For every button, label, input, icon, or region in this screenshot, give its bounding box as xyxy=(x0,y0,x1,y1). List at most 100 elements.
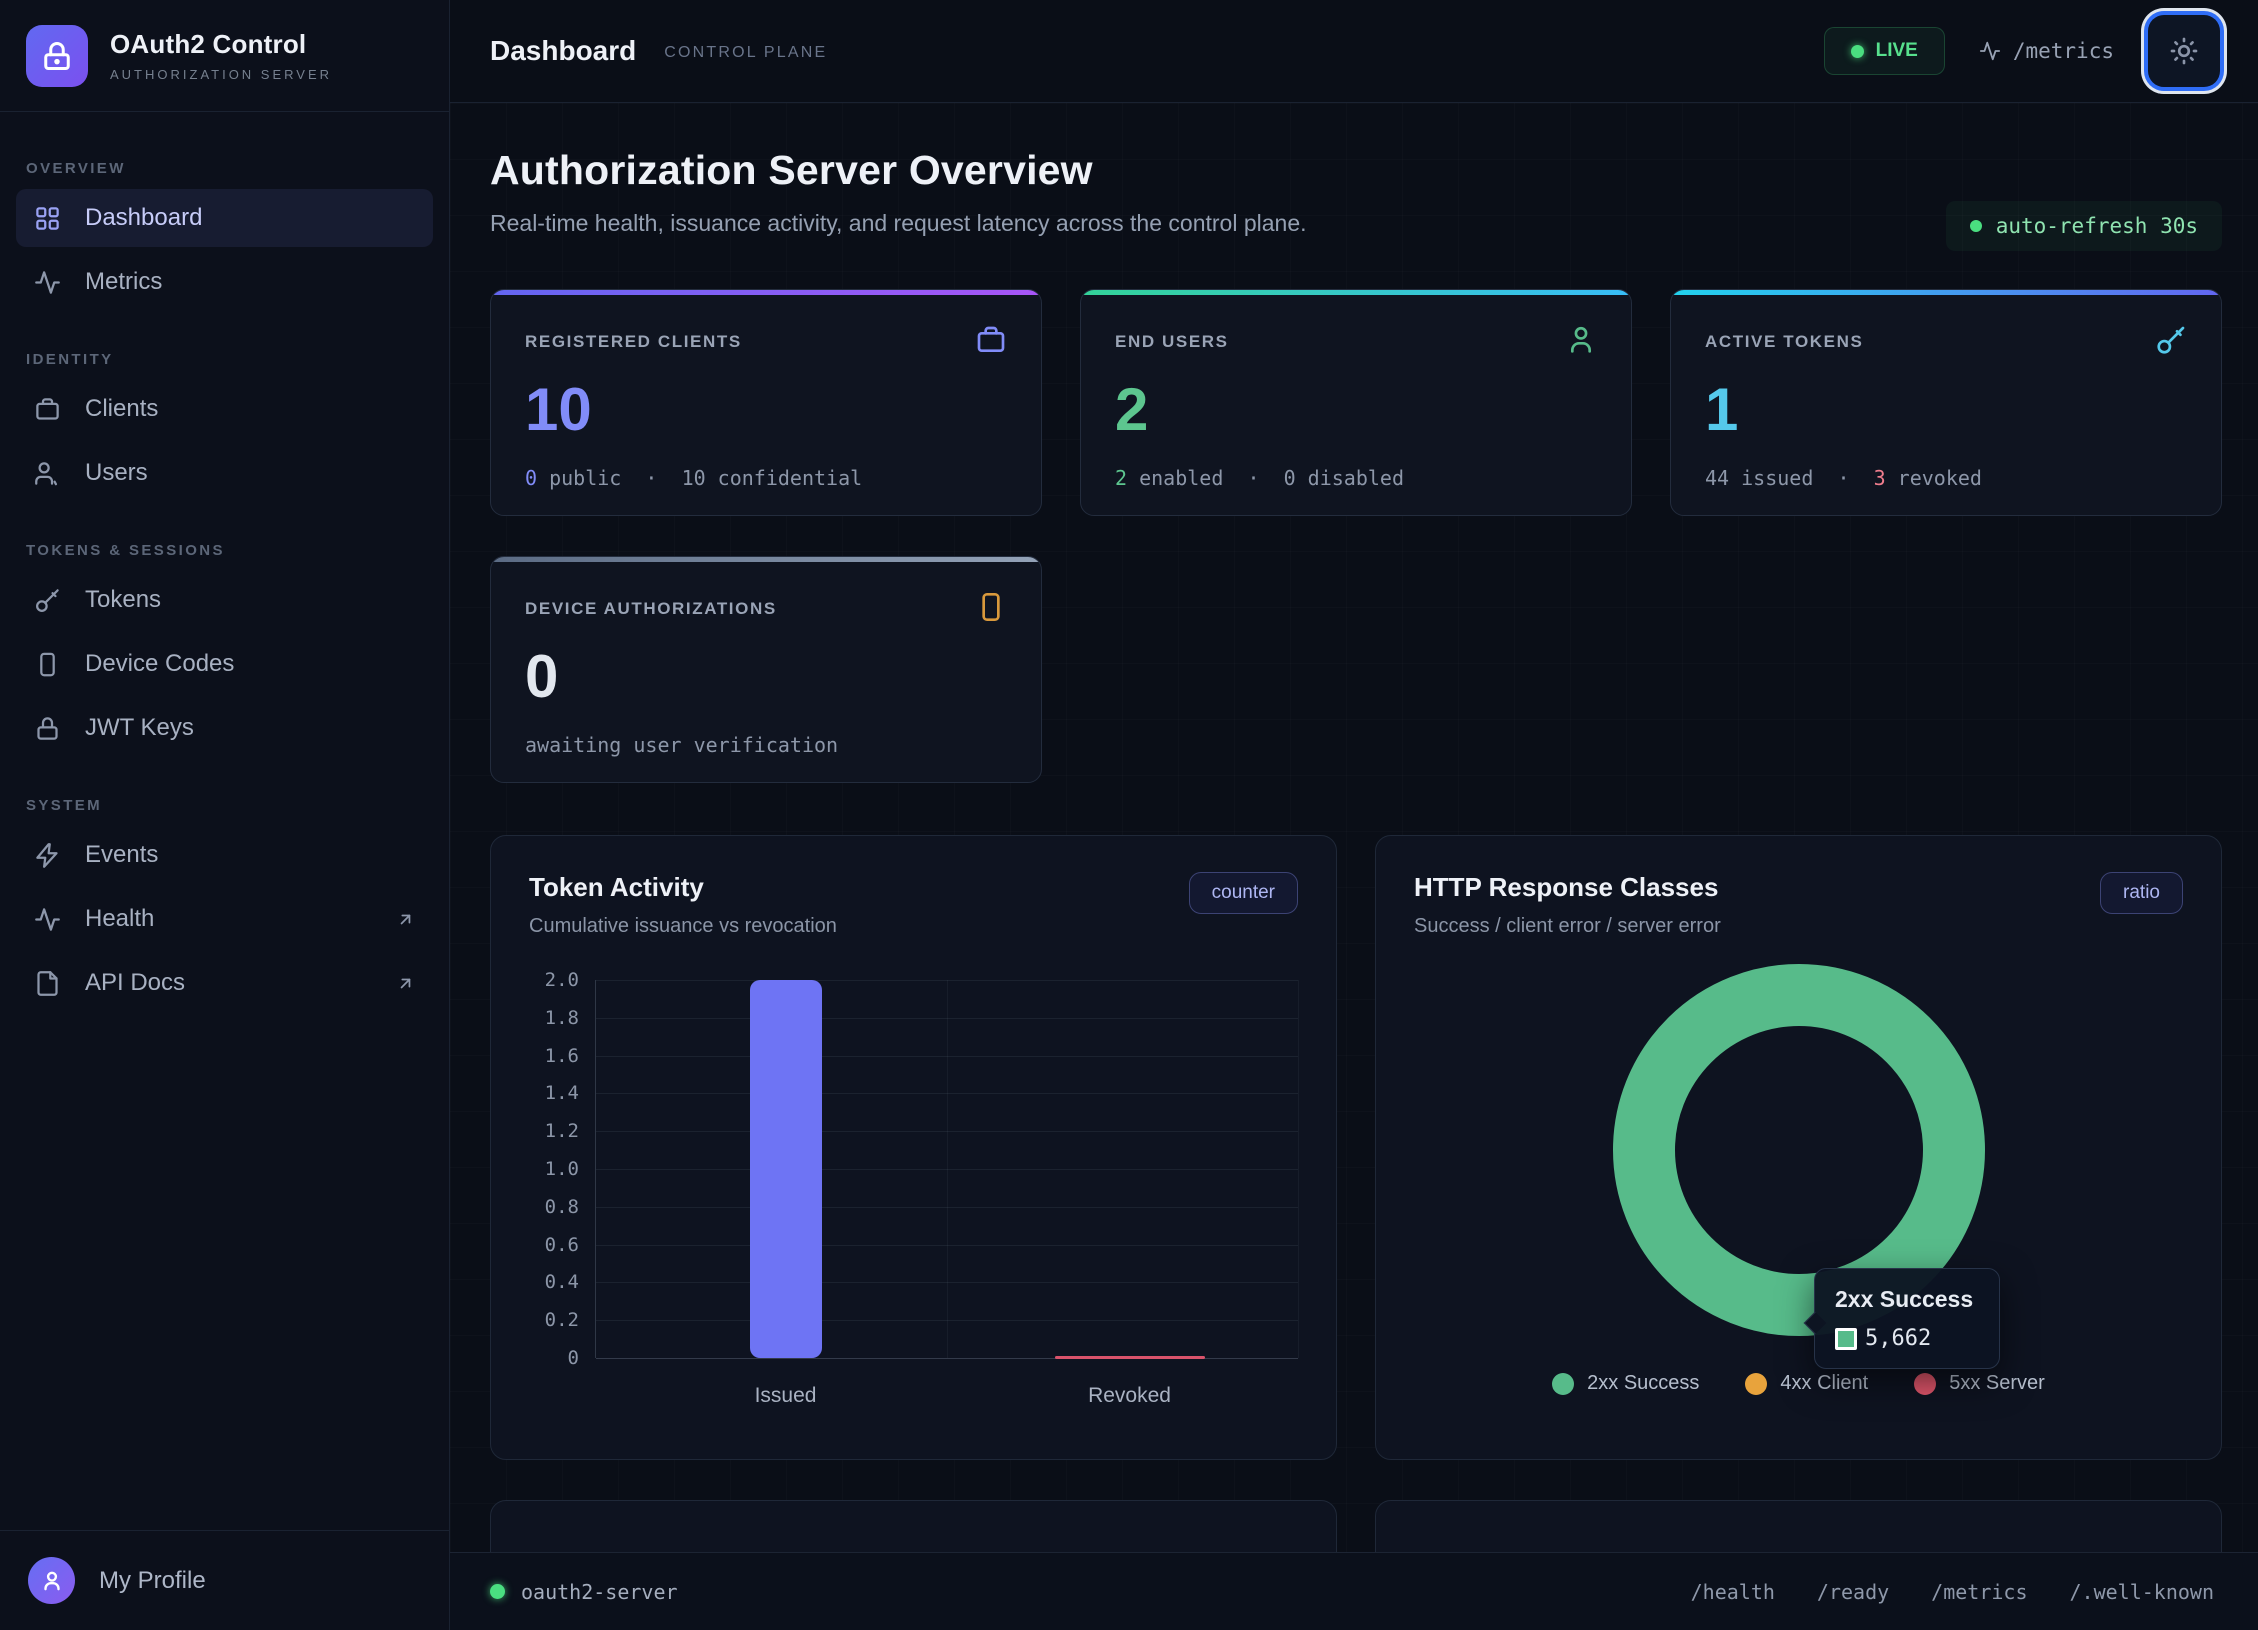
y-axis: 2.0 1.8 1.6 1.4 1.2 1.0 0.8 0.6 0.4 0.2 … xyxy=(529,980,595,1358)
endpoint-metrics[interactable]: /metrics xyxy=(1931,1580,2027,1604)
clipped-panel-row xyxy=(490,1500,2222,1552)
my-profile[interactable]: My Profile xyxy=(0,1530,449,1630)
legend-item-4xx[interactable]: 4xx Client xyxy=(1745,1372,1868,1395)
http-donut-chart: 2xx Success 4xx Client 5xx Server xyxy=(1414,964,2183,1395)
panel-title: HTTP Response Classes xyxy=(1414,872,1721,903)
counter-badge: counter xyxy=(1189,872,1298,914)
key-icon xyxy=(34,587,61,614)
endpoint-ready[interactable]: /ready xyxy=(1817,1580,1889,1604)
sidebar-item-clients[interactable]: Clients xyxy=(16,380,433,438)
briefcase-icon xyxy=(34,396,61,423)
card-sub: 0 public · 10 confidential xyxy=(525,466,1007,490)
y-tick: 1.4 xyxy=(545,1082,579,1104)
legend-item-2xx[interactable]: 2xx Success xyxy=(1552,1372,1699,1395)
pulse-icon xyxy=(1979,40,2001,62)
card-sub-part: · xyxy=(1223,466,1283,490)
card-label: ACTIVE TOKENS xyxy=(1705,324,1863,352)
issued-bar[interactable] xyxy=(750,980,822,1358)
y-tick: 1.8 xyxy=(545,1007,579,1029)
stat-card-active-tokens: ACTIVE TOKENS 1 44 issued · 3 revoked xyxy=(1670,289,2222,516)
card-sub-part: · xyxy=(621,466,681,490)
smartphone-icon xyxy=(34,651,61,678)
sidebar-item-label: Health xyxy=(85,905,154,933)
card-accent-bar xyxy=(491,557,1041,562)
legend-item-5xx[interactable]: 5xx Server xyxy=(1914,1372,2045,1395)
ratio-badge: ratio xyxy=(2100,872,2183,914)
plot-area: Issued Revoked xyxy=(595,980,1298,1358)
card-accent-bar xyxy=(1081,290,1631,295)
revoked-bar[interactable] xyxy=(1055,1356,1205,1359)
tooltip-swatch xyxy=(1835,1328,1857,1350)
sidebar-item-jwt-keys[interactable]: JWT Keys xyxy=(16,699,433,757)
y-tick: 1.0 xyxy=(545,1158,579,1180)
key-icon xyxy=(2155,324,2187,356)
metrics-link[interactable]: /metrics xyxy=(1979,39,2114,63)
clipped-panel xyxy=(1375,1500,2222,1552)
sidebar-item-label: Clients xyxy=(85,395,158,423)
panel-subtitle: Cumulative issuance vs revocation xyxy=(529,915,837,938)
sidebar-item-metrics[interactable]: Metrics xyxy=(16,253,433,311)
y-tick: 0 xyxy=(568,1347,579,1369)
auto-refresh-badge: auto-refresh 30s xyxy=(1946,201,2222,251)
http-response-classes-panel: HTTP Response Classes Success / client e… xyxy=(1375,835,2222,1460)
server-name: oauth2-server xyxy=(521,1580,678,1604)
card-accent-bar xyxy=(1671,290,2221,295)
sidebar-item-label: Users xyxy=(85,459,148,487)
live-dot-icon xyxy=(1851,45,1864,58)
sidebar-item-dashboard[interactable]: Dashboard xyxy=(16,189,433,247)
card-sub: 44 issued · 3 revoked xyxy=(1705,466,2187,490)
topbar-context: CONTROL PLANE xyxy=(664,40,827,62)
x-label-revoked: Revoked xyxy=(1088,1384,1171,1408)
users-icon xyxy=(34,460,61,487)
smartphone-icon xyxy=(975,591,1007,623)
tooltip-value: 5,662 xyxy=(1865,1326,1931,1351)
sidebar-nav: OVERVIEW Dashboard Metrics IDENTITY Clie… xyxy=(0,112,449,1026)
activity-icon xyxy=(34,906,61,933)
endpoint-well-known[interactable]: /.well-known xyxy=(2070,1580,2215,1604)
stat-card-end-users: END USERS 2 2 enabled · 0 disabled xyxy=(1080,289,1632,516)
stat-card-device-authorizations: DEVICE AUTHORIZATIONS 0 awaiting user ve… xyxy=(490,556,1042,783)
server-status-dot xyxy=(490,1584,505,1599)
card-sub-part: 2 xyxy=(1115,466,1127,490)
donut-legend: 2xx Success 4xx Client 5xx Server xyxy=(1552,1372,2045,1395)
sidebar-item-users[interactable]: Users xyxy=(16,444,433,502)
y-tick: 0.8 xyxy=(545,1196,579,1218)
endpoint-health[interactable]: /health xyxy=(1691,1580,1775,1604)
card-sub: awaiting user verification xyxy=(525,733,1007,757)
card-label: END USERS xyxy=(1115,324,1229,352)
sidebar-item-label: API Docs xyxy=(85,969,185,997)
sidebar-item-device-codes[interactable]: Device Codes xyxy=(16,635,433,693)
card-sub-part: public xyxy=(537,466,621,490)
stat-cards-grid: REGISTERED CLIENTS 10 0 public · 10 conf… xyxy=(490,289,2222,783)
theme-toggle-button[interactable] xyxy=(2148,15,2220,87)
briefcase-icon xyxy=(975,324,1007,356)
x-label-issued: Issued xyxy=(755,1384,817,1408)
card-sub-part: enabled xyxy=(1127,466,1223,490)
card-sub-part: revoked xyxy=(1886,466,1982,490)
metrics-link-label: /metrics xyxy=(2013,39,2114,63)
clipped-panel xyxy=(490,1500,1337,1552)
sidebar-item-health[interactable]: Health xyxy=(16,890,433,948)
sidebar-item-label: JWT Keys xyxy=(85,714,194,742)
user-icon xyxy=(1565,324,1597,356)
card-sub-part: awaiting user verification xyxy=(525,733,838,757)
legend-label: 5xx Server xyxy=(1949,1372,2045,1395)
card-sub-part: 0 disabled xyxy=(1284,466,1404,490)
panel-subtitle: Success / client error / server error xyxy=(1414,915,1721,938)
topbar-title: Dashboard xyxy=(490,35,636,67)
y-tick: 0.4 xyxy=(545,1271,579,1293)
sidebar-item-label: Tokens xyxy=(85,586,161,614)
v-gridline xyxy=(1298,980,1299,1358)
dashboard-content: Authorization Server Overview Real-time … xyxy=(450,103,2258,1552)
page-subtitle: Real-time health, issuance activity, and… xyxy=(490,210,1307,237)
top-bar: Dashboard CONTROL PLANE LIVE /metrics xyxy=(450,0,2258,103)
card-value: 2 xyxy=(1115,380,1597,440)
zap-icon xyxy=(34,842,61,869)
sidebar-item-label: Events xyxy=(85,841,158,869)
sidebar-item-tokens[interactable]: Tokens xyxy=(16,571,433,629)
legend-label: 2xx Success xyxy=(1587,1372,1699,1395)
sidebar-item-events[interactable]: Events xyxy=(16,826,433,884)
sun-icon xyxy=(2168,35,2200,67)
refresh-dot-icon xyxy=(1970,220,1982,232)
sidebar-item-api-docs[interactable]: API Docs xyxy=(16,954,433,1012)
